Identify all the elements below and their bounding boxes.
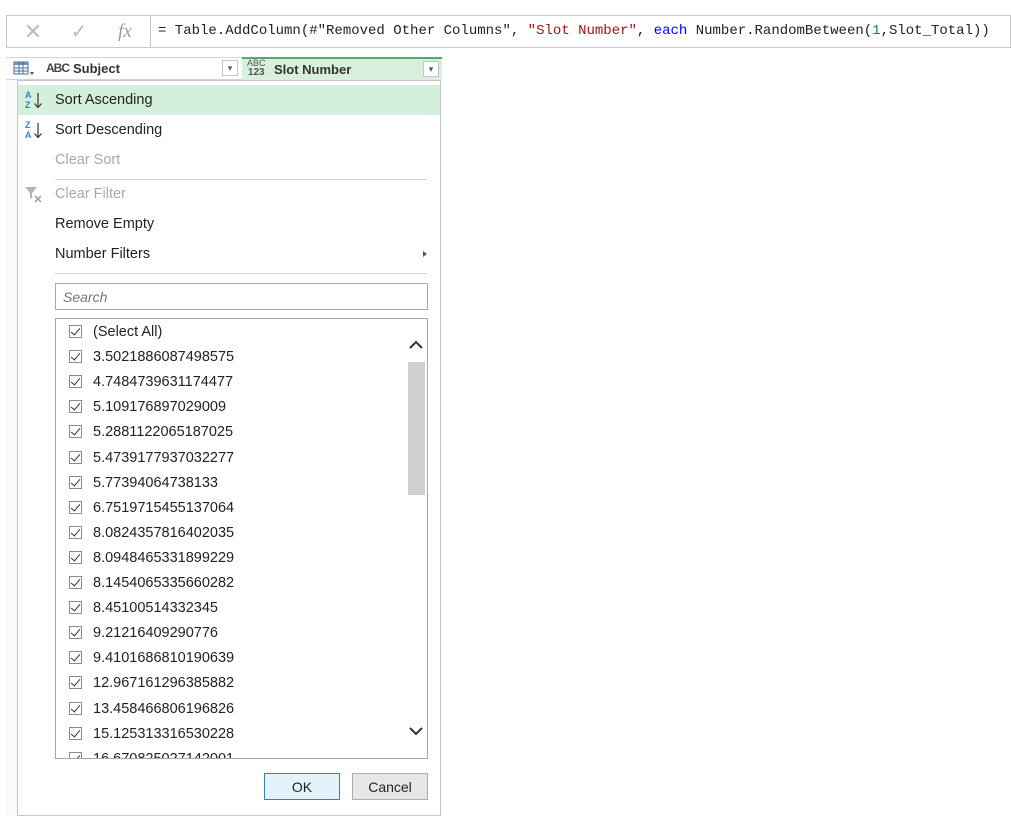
table-icon[interactable]	[13, 61, 35, 77]
list-item[interactable]: 8.0948465331899229	[56, 546, 406, 571]
remove-empty-label: Remove Empty	[55, 216, 155, 232]
sort-descending-item[interactable]: Z A Sort Descending	[18, 115, 440, 145]
remove-empty-item[interactable]: Remove Empty	[18, 209, 440, 239]
clear-filter-icon	[24, 184, 44, 204]
checkbox-checked-icon[interactable]	[69, 651, 82, 665]
list-item-label: 9.21216409290776	[93, 625, 218, 642]
checkbox-checked-icon[interactable]	[69, 676, 82, 690]
checkbox-checked-icon[interactable]	[69, 350, 82, 364]
list-item-label: 9.4101686810190639	[93, 650, 235, 667]
checkbox-checked-icon[interactable]	[69, 375, 82, 389]
filter-dropdown-panel: A Z Sort Ascending Z A Sort Descending C…	[17, 80, 441, 816]
checkbox-checked-icon[interactable]	[69, 576, 82, 589]
checkbox-checked-icon[interactable]	[69, 701, 82, 715]
sort-descending-label: Sort Descending	[55, 122, 163, 138]
number-filters-item[interactable]: Number Filters	[18, 239, 440, 269]
column-label-subject: Subject	[73, 61, 120, 76]
sort-ascending-item[interactable]: A Z Sort Ascending	[18, 85, 440, 115]
column-label-slot-number: Slot Number	[274, 62, 352, 77]
search-input[interactable]	[55, 283, 428, 310]
list-item-label: 6.7519715455137064	[93, 499, 235, 516]
clear-filter-item[interactable]: Clear Filter	[18, 179, 440, 209]
list-item[interactable]: 8.0824357816402035	[56, 521, 406, 546]
submenu-arrow-icon	[423, 251, 427, 257]
checkbox-checked-icon[interactable]	[69, 500, 82, 514]
checkbox-checked-icon[interactable]	[69, 626, 82, 640]
list-item-label: 8.0824357816402035	[93, 524, 235, 541]
menu-separator	[55, 273, 427, 274]
list-item[interactable]: 8.45100514332345	[56, 596, 406, 621]
list-item[interactable]: 5.2881122065187025	[56, 420, 406, 445]
list-item[interactable]: 9.4101686810190639	[56, 646, 406, 671]
number-filters-label: Number Filters	[55, 246, 151, 262]
column-header-subject[interactable]: ABC Subject ▾	[42, 58, 242, 79]
list-item-label: 8.45100514332345	[93, 600, 218, 617]
list-item[interactable]: 5.77394064738133	[56, 471, 406, 496]
clear-sort-label: Clear Sort	[55, 152, 121, 168]
list-item[interactable]: 12.967161296385882	[56, 671, 406, 696]
clear-filter-label: Clear Filter	[55, 186, 126, 202]
checkbox-checked-icon[interactable]	[69, 400, 82, 414]
list-item-label: 15.125313316530228	[93, 725, 235, 742]
cancel-button[interactable]: Cancel	[352, 773, 428, 800]
scroll-up-icon[interactable]	[409, 338, 423, 352]
list-item[interactable]: 5.4739177937032277	[56, 446, 406, 471]
value-list: (Select All) 3.5021886087498575 4.74847396…	[55, 318, 428, 759]
list-scrollbar[interactable]	[405, 319, 427, 758]
scroll-thumb[interactable]	[408, 362, 425, 495]
list-item-label: (Select All)	[93, 324, 163, 340]
svg-text:Z: Z	[25, 100, 31, 110]
fx-icon[interactable]: fx	[111, 20, 139, 44]
list-item-label: 8.0948465331899229	[93, 549, 235, 566]
list-item[interactable]: 15.125313316530228	[56, 722, 406, 747]
checkbox-checked-icon[interactable]	[69, 425, 82, 439]
formula-input[interactable]: = Table.AddColumn(#"Removed Other Column…	[150, 16, 1011, 47]
text-type-icon[interactable]: ABC	[46, 61, 70, 75]
sort-descending-icon: Z A	[24, 120, 44, 140]
list-item[interactable]: 4.7484739631174477	[56, 370, 406, 395]
list-item[interactable]: 6.7519715455137064	[56, 496, 406, 521]
sort-ascending-label: Sort Ascending	[55, 92, 153, 108]
list-item-label: 5.109176897029009	[93, 399, 227, 416]
checkbox-checked-icon[interactable]	[69, 726, 82, 740]
checkbox-checked-icon[interactable]	[69, 525, 82, 539]
list-item[interactable]: 16.670825027142001	[56, 747, 406, 759]
select-all-item[interactable]: (Select All)	[56, 320, 406, 345]
list-item-label: 4.7484739631174477	[93, 374, 234, 391]
checkbox-checked-icon[interactable]	[69, 751, 82, 758]
column-header-slot-number[interactable]: ABC 123 Slot Number ▾	[242, 57, 442, 80]
formula-bar: ✕ ✓ fx = Table.AddColumn(#"Removed Other…	[6, 15, 1011, 48]
list-item-label: 5.77394064738133	[93, 474, 218, 491]
list-item-label: 5.2881122065187025	[93, 424, 234, 441]
checkbox-checked-icon[interactable]	[69, 601, 82, 615]
list-item[interactable]: 13.458466806196826	[56, 697, 406, 722]
list-item-label: 16.670825027142001	[93, 750, 235, 759]
svg-text:Z: Z	[25, 120, 31, 130]
checkbox-checked-icon[interactable]	[69, 475, 82, 489]
svg-text:A: A	[25, 130, 32, 140]
x-icon[interactable]: ✕	[19, 20, 47, 44]
checkbox-checked-icon[interactable]	[69, 325, 82, 338]
subject-filter-dropdown[interactable]: ▾	[222, 60, 238, 76]
check-icon[interactable]: ✓	[65, 20, 93, 44]
column-header-row: ABC Subject ▾ ABC 123 Slot Number ▾	[6, 57, 442, 80]
scroll-down-icon[interactable]	[409, 724, 423, 738]
list-item-label: 13.458466806196826	[93, 700, 235, 717]
svg-text:A: A	[25, 90, 32, 100]
clear-sort-item[interactable]: Clear Sort	[18, 145, 440, 175]
list-item-label: 3.5021886087498575	[93, 349, 235, 366]
sort-ascending-icon: A Z	[24, 90, 44, 110]
list-item[interactable]: 3.5021886087498575	[56, 345, 406, 370]
list-item-label: 5.4739177937032277	[93, 449, 235, 466]
list-item[interactable]: 5.109176897029009	[56, 395, 406, 420]
ok-button[interactable]: OK	[264, 773, 340, 800]
slot-number-filter-dropdown[interactable]: ▾	[423, 61, 439, 77]
list-item[interactable]: 9.21216409290776	[56, 621, 406, 646]
checkbox-checked-icon[interactable]	[69, 550, 82, 564]
any-type-icon[interactable]: ABC 123	[247, 59, 266, 78]
checkbox-checked-icon[interactable]	[69, 450, 82, 464]
list-item[interactable]: 8.1454065335660282	[56, 571, 406, 596]
list-item-label: 8.1454065335660282	[93, 575, 235, 591]
list-item-label: 12.967161296385882	[93, 675, 235, 692]
